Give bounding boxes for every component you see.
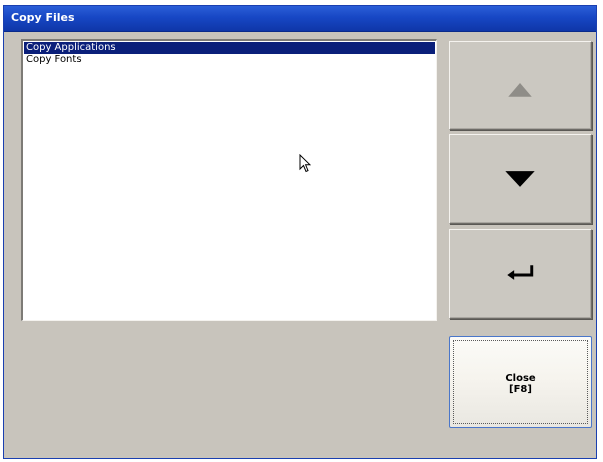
enter-arrow-icon — [507, 265, 534, 280]
scroll-down-button[interactable] — [449, 134, 592, 224]
up-triangle-icon — [508, 83, 532, 97]
close-button[interactable]: Close [F8] — [449, 336, 592, 428]
mouse-pointer-icon — [299, 154, 311, 173]
file-list[interactable]: Copy Applications Copy Fonts — [21, 39, 437, 321]
enter-button[interactable] — [449, 229, 592, 319]
copy-files-window: Copy Files Copy Applications Copy Fonts … — [3, 5, 597, 459]
list-item-copy-applications[interactable]: Copy Applications — [24, 42, 435, 54]
window-title: Copy Files — [11, 11, 75, 24]
title-bar: Copy Files — [4, 6, 596, 32]
close-button-label: Close — [505, 373, 536, 384]
down-triangle-icon — [505, 171, 535, 187]
list-item-copy-fonts[interactable]: Copy Fonts — [24, 54, 435, 66]
scroll-up-button[interactable] — [449, 41, 592, 130]
close-button-shortcut: [F8] — [509, 384, 532, 395]
